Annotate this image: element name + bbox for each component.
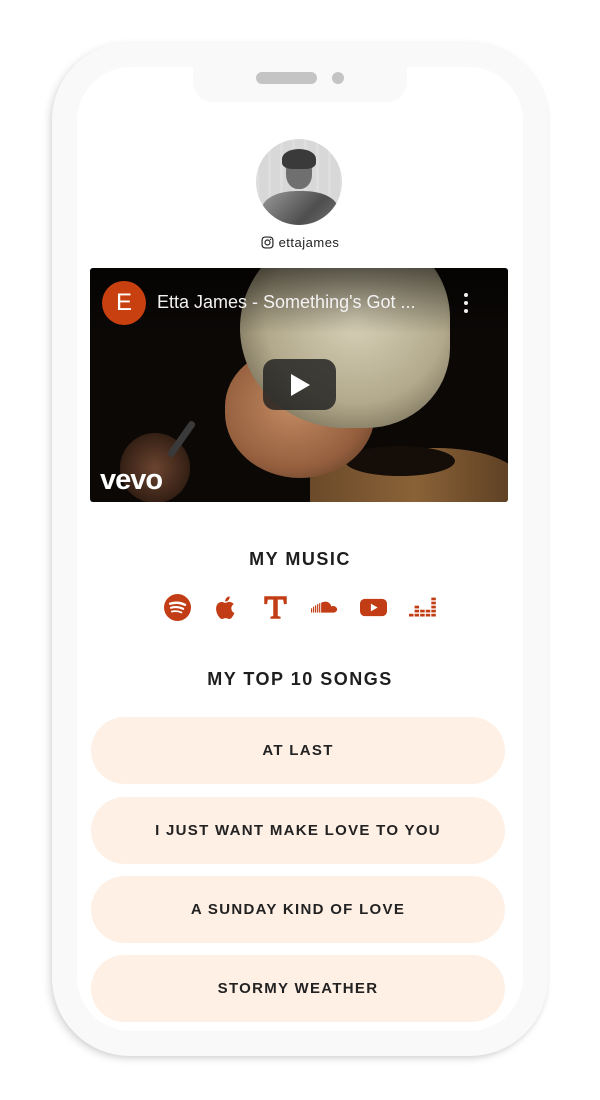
video-title[interactable]: Etta James - Something's Got ... [157,292,447,314]
avatar [256,139,342,225]
more-options-icon[interactable] [462,293,470,313]
channel-avatar[interactable]: E [102,281,146,325]
deezer-link[interactable] [409,594,436,621]
music-platforms [0,593,600,621]
avatar-hair [282,149,316,169]
speaker-grille [256,72,317,84]
youtube-embed[interactable]: E Etta James - Something's Got ... vevo [90,268,508,502]
song-button[interactable]: STORMY WEATHER [91,955,505,1022]
top-songs-heading: MY TOP 10 SONGS [207,669,393,689]
youtube-link[interactable] [360,594,387,621]
youtube-icon [360,598,387,616]
my-music-heading: MY MUSIC [249,549,351,569]
t-platform-link[interactable] [262,594,289,621]
apple-music-link[interactable] [213,594,240,621]
song-button[interactable]: I JUST WANT MAKE LOVE TO YOU [91,797,505,864]
instagram-handle[interactable]: ettajames [279,235,340,250]
soundcloud-link[interactable] [311,594,338,621]
t-icon [264,595,287,619]
spotify-link[interactable] [164,593,191,621]
play-button[interactable] [263,359,336,410]
instagram-icon [261,235,274,249]
song-button[interactable]: A SUNDAY KIND OF LOVE [91,876,505,943]
avatar-fur-stole [262,191,338,225]
instagram-link[interactable]: ettajames [0,234,600,250]
song-button[interactable]: AT LAST [91,717,505,784]
apple-icon [216,595,235,619]
soundcloud-icon [311,601,338,613]
play-icon [290,373,310,396]
vevo-watermark: vevo [100,464,163,496]
front-camera [332,72,344,84]
deezer-icon [409,597,436,616]
spotify-icon [164,593,191,621]
